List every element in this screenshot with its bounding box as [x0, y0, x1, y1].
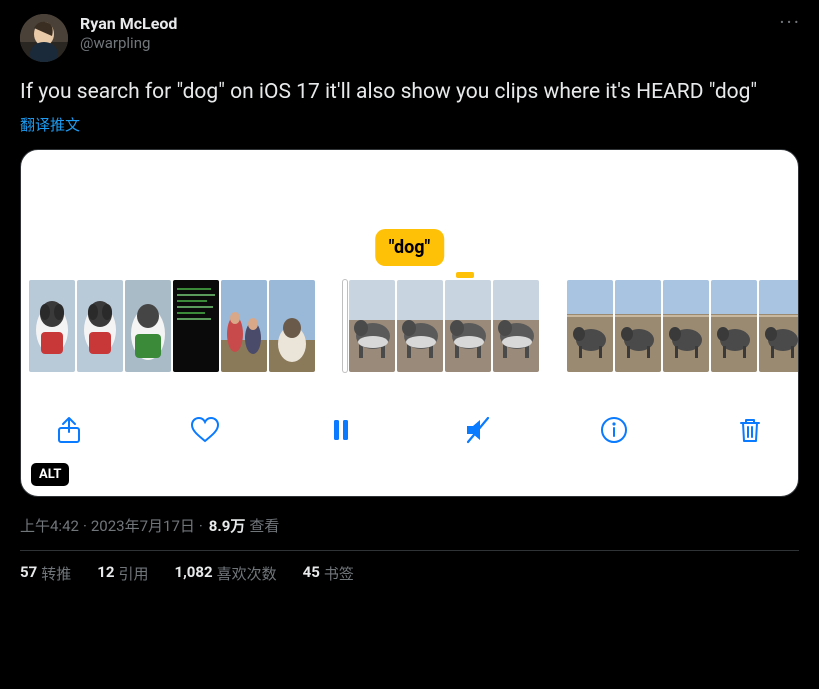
bookmarks-label: 书签 — [324, 563, 354, 584]
tweet-body: If you search for "dog" on iOS 17 it'll … — [20, 78, 799, 106]
playhead[interactable] — [343, 280, 347, 372]
divider — [20, 550, 799, 551]
video-frame — [567, 280, 613, 372]
meta-separator: · — [199, 517, 203, 535]
video-frame — [173, 280, 219, 372]
video-timeline[interactable] — [21, 280, 798, 372]
video-frame — [221, 280, 267, 372]
quotes-stat[interactable]: 12 引用 — [97, 563, 148, 584]
quotes-label: 引用 — [118, 563, 148, 584]
like-button[interactable] — [187, 412, 223, 448]
clip-group-3 — [567, 280, 799, 372]
tweet-date[interactable]: 2023年7月17日 — [91, 515, 195, 536]
video-frame — [349, 280, 395, 372]
video-frame — [711, 280, 757, 372]
tweet-stats: 57 转推 12 引用 1,082 喜欢次数 45 书签 — [20, 563, 799, 584]
retweets-count: 57 — [20, 563, 37, 584]
media-card[interactable]: "dog" — [20, 149, 799, 497]
more-options-button[interactable]: ··· — [779, 10, 801, 34]
video-frame — [29, 280, 75, 372]
video-frame — [615, 280, 661, 372]
user-names: Ryan McLeod @warpling — [80, 14, 177, 53]
info-button[interactable] — [596, 412, 632, 448]
media-top-whitespace: "dog" — [21, 150, 798, 280]
likes-stat[interactable]: 1,082 喜欢次数 — [174, 563, 276, 584]
search-term-pill: "dog" — [375, 229, 445, 266]
views-label: 查看 — [249, 515, 279, 536]
avatar[interactable] — [20, 14, 68, 62]
video-frame — [269, 280, 315, 372]
alt-badge[interactable]: ALT — [31, 463, 69, 486]
pause-button[interactable] — [323, 412, 359, 448]
tweet-container: ··· Ryan McLeod @warpling If you search … — [0, 0, 819, 594]
share-button[interactable] — [51, 412, 87, 448]
timeline-marker — [456, 272, 474, 278]
video-frame — [397, 280, 443, 372]
user-handle[interactable]: @warpling — [80, 34, 177, 53]
mute-button[interactable] — [460, 412, 496, 448]
video-frame — [445, 280, 491, 372]
bookmarks-stat[interactable]: 45 书签 — [303, 563, 354, 584]
likes-label: 喜欢次数 — [217, 563, 277, 584]
quotes-count: 12 — [97, 563, 114, 584]
display-name[interactable]: Ryan McLeod — [80, 14, 177, 34]
tweet-time[interactable]: 上午4:42 — [20, 515, 79, 536]
meta-separator: · — [83, 517, 87, 535]
video-frame — [77, 280, 123, 372]
clip-group-2 — [343, 280, 539, 372]
video-frame — [663, 280, 709, 372]
bookmarks-count: 45 — [303, 563, 320, 584]
retweets-stat[interactable]: 57 转推 — [20, 563, 71, 584]
media-controls — [21, 372, 798, 466]
tweet-meta: 上午4:42 · 2023年7月17日 · 8.9万 查看 — [20, 515, 799, 536]
clip-group-1 — [29, 280, 315, 372]
tweet-header: Ryan McLeod @warpling — [20, 14, 799, 62]
views-count: 8.9万 — [209, 515, 246, 536]
translate-link[interactable]: 翻译推文 — [20, 114, 80, 135]
video-frame — [125, 280, 171, 372]
video-frame — [759, 280, 799, 372]
retweets-label: 转推 — [41, 563, 71, 584]
likes-count: 1,082 — [174, 563, 212, 584]
delete-button[interactable] — [732, 412, 768, 448]
video-frame — [493, 280, 539, 372]
